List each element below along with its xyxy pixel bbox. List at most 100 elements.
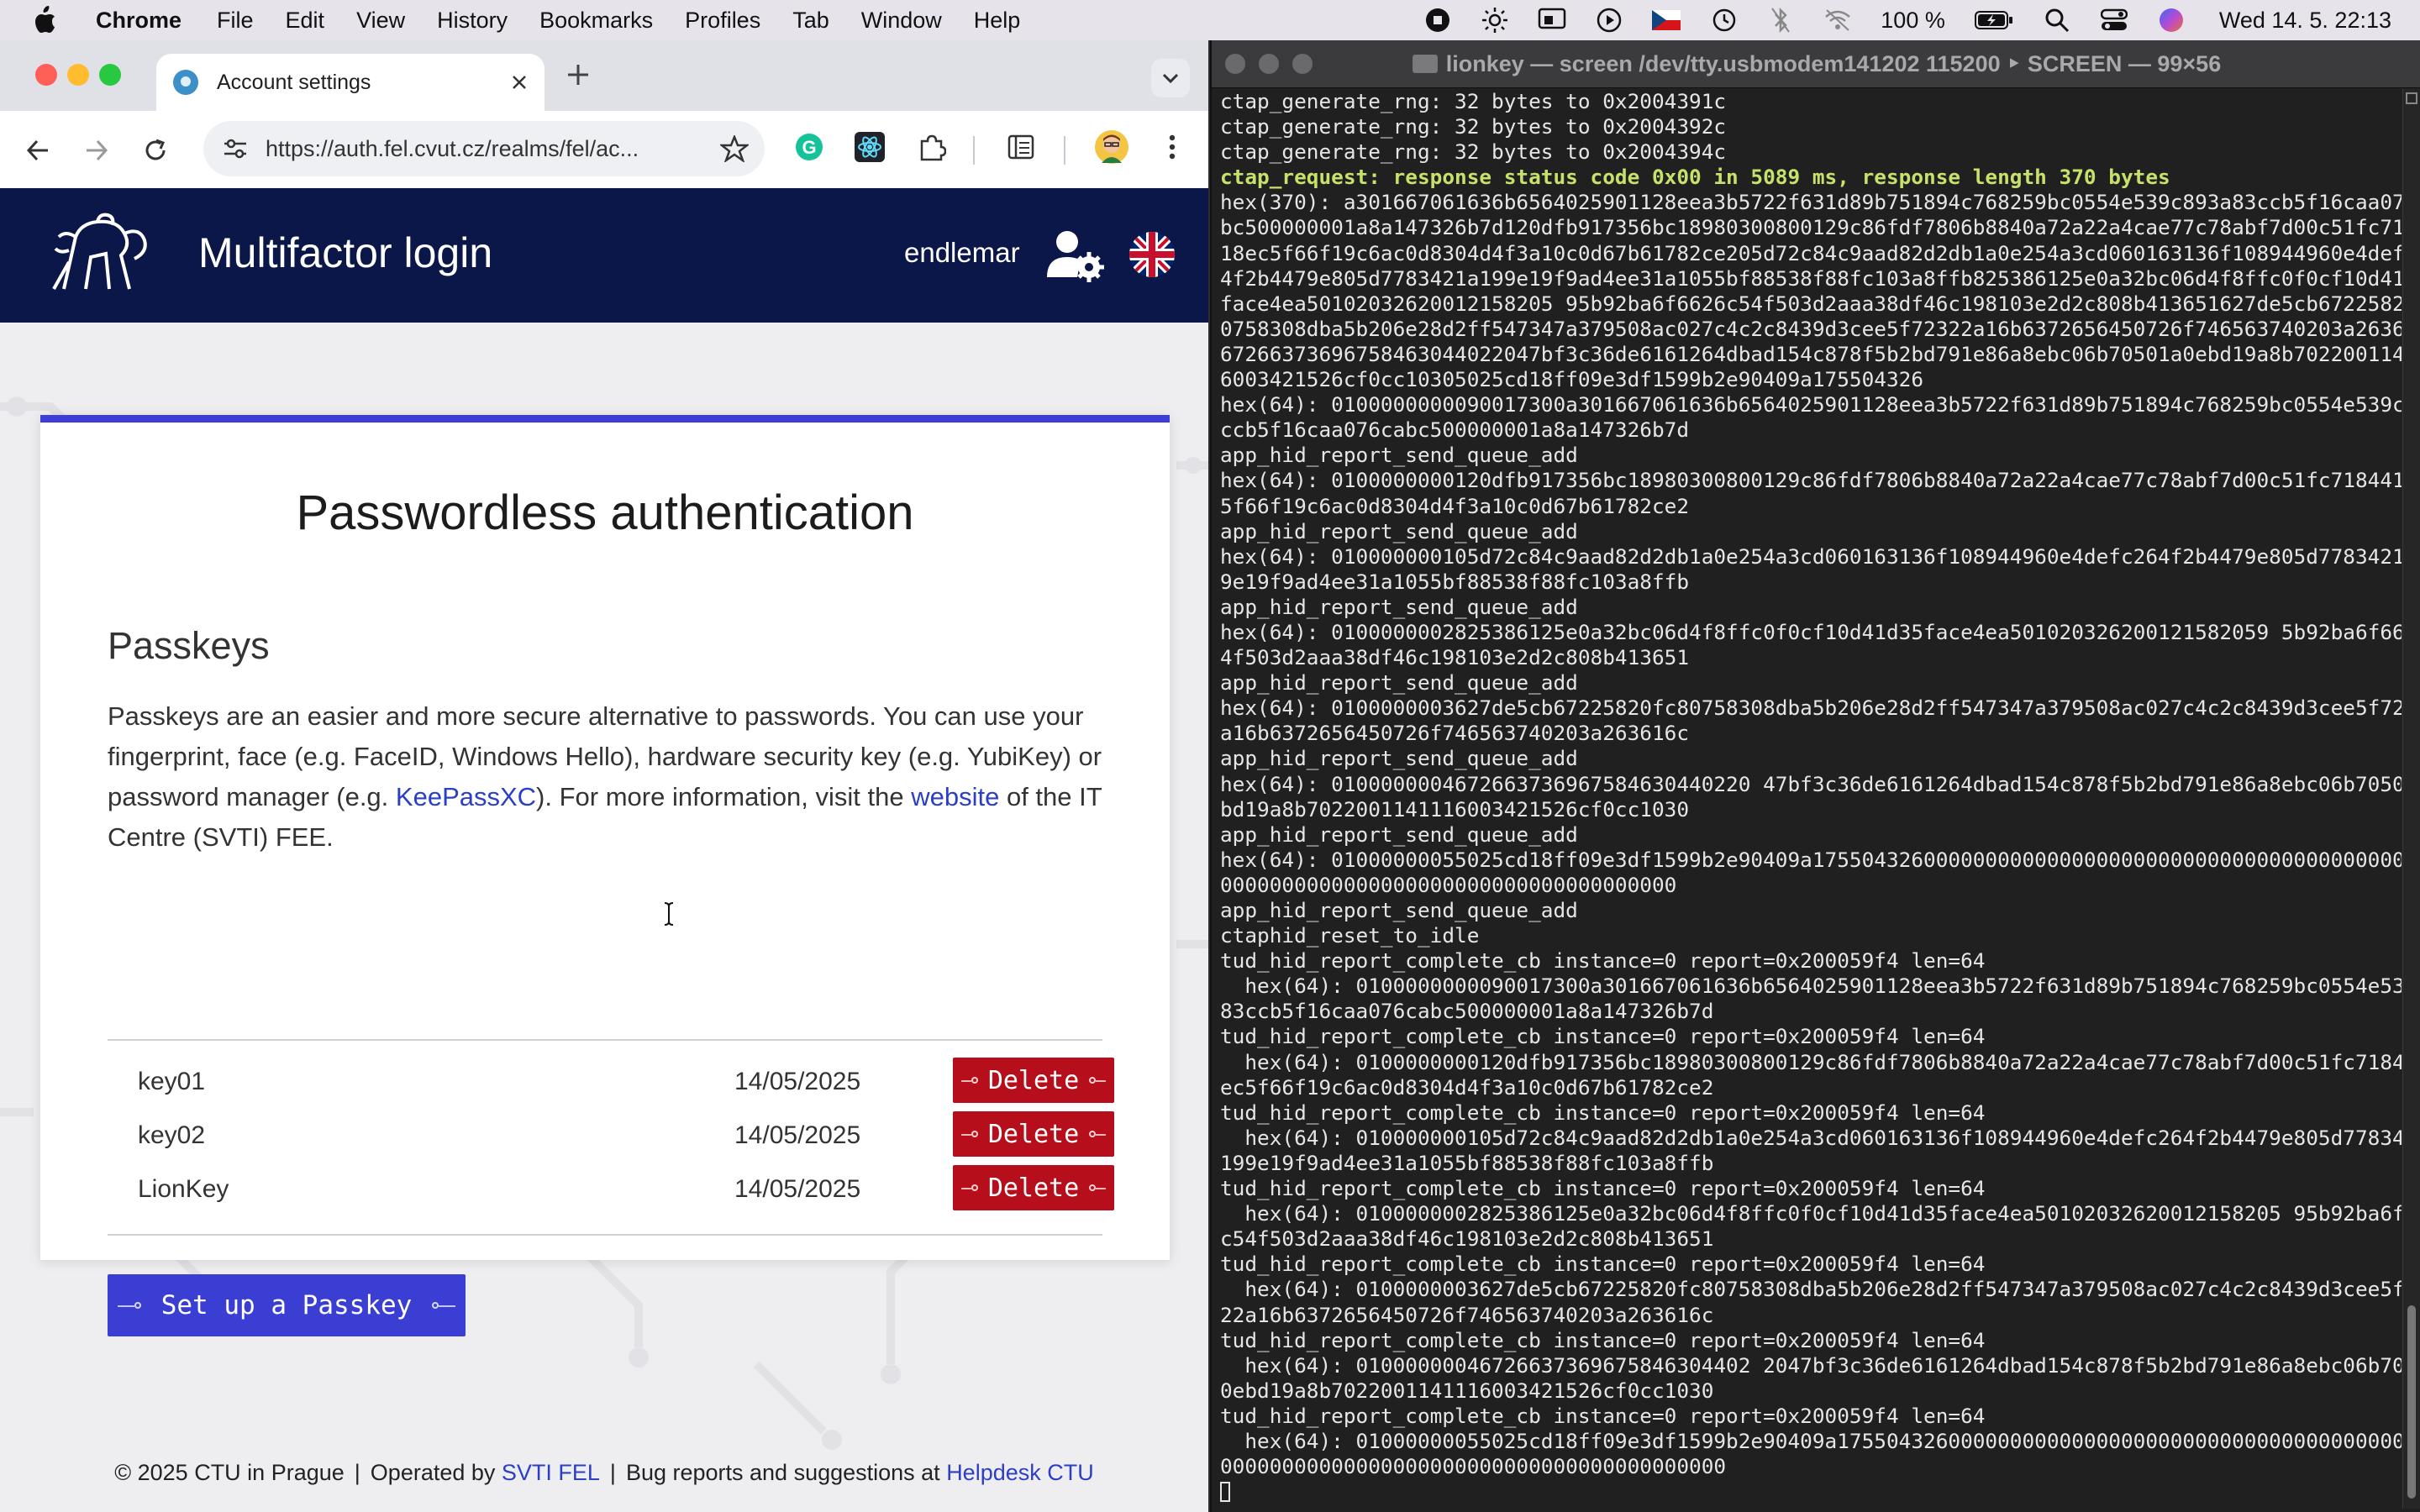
chrome-menu-icon[interactable]	[1155, 129, 1190, 165]
terminal-scrollbar[interactable]	[2402, 89, 2420, 1509]
terminal-line: face4ea50102032620012158205 95b92ba6f662…	[1220, 291, 2402, 316]
reload-icon[interactable]	[136, 131, 175, 170]
wifi-icon[interactable]	[1823, 6, 1852, 34]
brightness-icon[interactable]	[1481, 6, 1509, 34]
terminal-cursor	[1220, 1482, 1230, 1503]
page-footer: © 2025 CTU in Prague | Operated by SVTI FE…	[0, 1460, 1208, 1486]
terminal-line: 0000000000000000000000000000000000000000…	[1220, 1454, 1727, 1479]
website-link[interactable]: website	[911, 782, 999, 811]
keepassxc-link[interactable]: KeePassXC	[396, 782, 536, 811]
terminal-line: app_hid_report_send_queue_add	[1220, 822, 1578, 847]
terminal-line: tud_hid_report_complete_cb instance=0 re…	[1220, 1403, 1986, 1428]
button-decoration	[1096, 1080, 1106, 1082]
terminal-line: hex(64): 0100000002825386125e0a32bc06d4f…	[1220, 1201, 2402, 1226]
button-decoration	[1089, 1131, 1096, 1137]
tab-account-settings[interactable]: Account settings	[156, 54, 544, 111]
window-minimize-button[interactable]	[67, 64, 89, 86]
terminal-line: hex(370): a301667061636b6564025901128eea…	[1220, 190, 2402, 215]
battery-icon[interactable]	[1974, 6, 2014, 34]
czech-flag-icon[interactable]	[1652, 6, 1681, 34]
ctu-lion-logo[interactable]	[47, 212, 156, 296]
url-text[interactable]: https://auth.fel.cvut.cz/realms/fel/ac..…	[266, 136, 718, 162]
screen-record-icon[interactable]	[1423, 6, 1452, 34]
new-tab-button[interactable]	[563, 62, 593, 92]
username[interactable]: endlemar	[904, 237, 1020, 269]
card-title: Passwordless authentication	[296, 486, 914, 540]
delete-passkey-button[interactable]: Delete	[953, 1058, 1114, 1103]
terminal-line: hex(64): 010000000105d72c84c9aad82d2db1a…	[1220, 543, 2402, 569]
play-icon[interactable]	[1595, 6, 1623, 34]
delete-label: Delete	[987, 1119, 1080, 1149]
grammarly-extension-icon[interactable]: G	[792, 129, 827, 165]
bluetooth-icon[interactable]	[1766, 6, 1795, 34]
forward-arrow-icon[interactable]	[77, 131, 116, 170]
menu-profiles[interactable]: Profiles	[685, 8, 760, 34]
terminal-line: 6003421526cf0cc10305025cd18ff09e3df1599b…	[1220, 367, 1924, 392]
setup-passkey-label: Set up a Passkey	[160, 1290, 413, 1320]
profile-avatar[interactable]	[1094, 129, 1129, 165]
helpdesk-ctu-link[interactable]: Helpdesk CTU	[946, 1460, 1094, 1485]
react-devtools-extension-icon[interactable]	[852, 129, 887, 165]
menu-view[interactable]: View	[356, 8, 405, 34]
menu-window[interactable]: Window	[861, 8, 942, 34]
menu-app-name[interactable]: Chrome	[96, 8, 182, 34]
terminal-line: app_hid_report_send_queue_add	[1220, 594, 1578, 619]
delete-label: Delete	[987, 1065, 1080, 1095]
desc-text: ). For more information, visit the	[536, 782, 912, 811]
terminal-line: hex(64): 0100000000090017300a30166706163…	[1220, 392, 2402, 417]
menu-file[interactable]: File	[217, 8, 254, 34]
back-arrow-icon[interactable]	[18, 131, 57, 170]
toolbar-divider	[973, 136, 975, 165]
display-icon[interactable]	[1538, 6, 1566, 34]
footer-separator: |	[609, 1460, 616, 1485]
terminal-line: app_hid_report_send_queue_add	[1220, 443, 1578, 468]
time-machine-icon[interactable]	[1709, 6, 1738, 34]
terminal-line: tud_hid_report_complete_cb instance=0 re…	[1220, 1327, 1986, 1352]
address-bar[interactable]: https://auth.fel.cvut.cz/realms/fel/ac..…	[203, 121, 765, 176]
web-page: Multifactor login endlemar Passwordless …	[0, 188, 1208, 1512]
terminal-line: hex(64): 0100000003627de5cb67225820fc807…	[1220, 696, 2402, 721]
window-zoom-button[interactable]	[99, 64, 121, 86]
menu-bookmarks[interactable]: Bookmarks	[539, 8, 653, 34]
passkey-row: key02 14/05/2025 Delete	[108, 1110, 1114, 1163]
user-settings-icon[interactable]	[1045, 228, 1106, 282]
menu-edit[interactable]: Edit	[286, 8, 325, 34]
tab-search-button[interactable]	[1151, 59, 1190, 97]
terminal-line: tud_hid_report_complete_cb instance=0 re…	[1220, 1100, 1986, 1125]
bookmark-star-icon[interactable]	[718, 132, 751, 165]
section-title-passkeys: Passkeys	[108, 624, 270, 667]
spotlight-icon[interactable]	[2043, 6, 2071, 34]
setup-passkey-button[interactable]: Set up a Passkey	[108, 1274, 466, 1336]
delete-passkey-button[interactable]: Delete	[953, 1111, 1114, 1157]
delete-passkey-button[interactable]: Delete	[953, 1165, 1114, 1210]
menu-history[interactable]: History	[437, 8, 508, 34]
menu-help[interactable]: Help	[974, 8, 1021, 34]
uk-flag-language-icon[interactable]	[1129, 232, 1175, 277]
site-info-icon[interactable]	[218, 132, 252, 165]
control-center-icon[interactable]	[2100, 6, 2128, 34]
browser-toolbar: https://auth.fel.cvut.cz/realms/fel/ac..…	[0, 111, 1208, 189]
terminal-window: lionkey — screen /dev/tty.usbmodem141202…	[1210, 40, 2420, 1512]
terminal-line: 4f2b4479e805d7783421a199e19f9ad4ee31a105…	[1220, 265, 2402, 291]
tab-close-icon[interactable]	[504, 67, 534, 97]
menubar-clock[interactable]: Wed 14. 5. 22:13	[2219, 8, 2391, 34]
apple-icon[interactable]	[32, 3, 66, 37]
terminal-line: hex(64): 01000000055025cd18ff09e3df1599b…	[1220, 1428, 2402, 1453]
terminal-titlebar: lionkey — screen /dev/tty.usbmodem141202…	[1212, 40, 2420, 88]
terminal-line: app_hid_report_send_queue_add	[1220, 898, 1578, 922]
menu-tab[interactable]: Tab	[792, 8, 829, 34]
tab-title: Account settings	[217, 70, 371, 94]
scrollbar-thumb[interactable]	[2407, 1305, 2416, 1499]
window-close-button[interactable]	[35, 64, 57, 86]
terminal-line: tud_hid_report_complete_cb instance=0 re…	[1220, 948, 1986, 974]
terminal-line: tud_hid_report_complete_cb instance=0 re…	[1220, 1252, 1986, 1277]
terminal-prompt-line	[1220, 1479, 2402, 1504]
scroll-lock-icon[interactable]	[2406, 92, 2417, 104]
svti-fel-link[interactable]: SVTI FEL	[502, 1460, 600, 1485]
extensions-puzzle-icon[interactable]	[914, 129, 950, 165]
reading-list-icon[interactable]	[1003, 129, 1039, 165]
terminal-line: ctap_request: response status code 0x00 …	[1220, 165, 2170, 190]
siri-icon[interactable]	[2157, 6, 2186, 34]
terminal-output[interactable]: ctap_generate_rng: 32 bytes to 0x2004391…	[1220, 89, 2402, 1509]
button-decoration	[961, 1188, 971, 1189]
